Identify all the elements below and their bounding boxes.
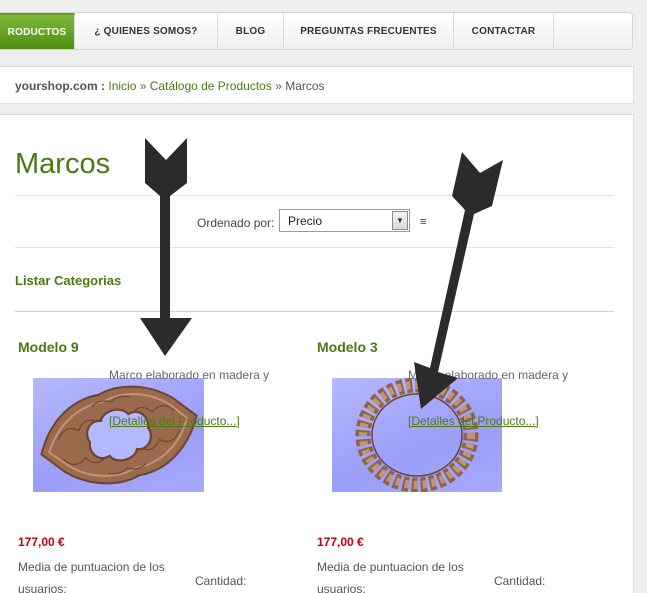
main-content: Marcos Ordenado por: Precio ▼ ≡ Listar C… [0, 114, 634, 593]
product-description: Marco elaborado en madera y [109, 368, 270, 382]
nav-item-quienes-somos[interactable]: ¿ QUIENES SOMOS? [75, 13, 218, 49]
list-categories-link[interactable]: Listar Categorias [15, 273, 121, 288]
sort-select-value: Precio [288, 214, 323, 228]
product-details-link[interactable]: [Detalles del Producto...] [408, 414, 539, 428]
product-image[interactable] [332, 378, 502, 492]
product-card: Modelo 3 Marco elaborado en madera y [De… [314, 339, 604, 593]
sort-select[interactable]: Precio ▼ [279, 209, 410, 232]
divider [15, 247, 614, 248]
main-nav: RODUCTOS ¿ QUIENES SOMOS? BLOG PREGUNTAS… [0, 12, 633, 50]
product-image[interactable] [33, 378, 204, 492]
breadcrumb-separator: » [275, 79, 282, 93]
product-name[interactable]: Modelo 9 [18, 339, 79, 355]
breadcrumb-host: yourshop.com : [15, 79, 106, 93]
product-price: 177,00 € [18, 535, 65, 549]
product-name[interactable]: Modelo 3 [317, 339, 378, 355]
product-rating-label: Media de puntuacion de los usuarios: [317, 560, 464, 593]
product-description: Marco elaborado en madera y [408, 368, 569, 382]
product-details-link[interactable]: [Detalles del Producto...] [109, 414, 240, 428]
nav-item-productos[interactable]: RODUCTOS [0, 13, 75, 49]
nav-item-blog[interactable]: BLOG [218, 13, 284, 49]
product-quantity-label: Cantidad: [494, 574, 546, 588]
chevron-down-icon[interactable]: ▼ [392, 211, 408, 230]
breadcrumb-catalog-link[interactable]: Catálogo de Productos [150, 79, 272, 93]
product-quantity-label: Cantidad: [195, 574, 247, 588]
sort-direction-icon[interactable]: ≡ [420, 216, 426, 228]
product-rating-label: Media de puntuacion de los usuarios: [18, 560, 165, 593]
nav-item-contactar[interactable]: CONTACTAR [454, 13, 554, 49]
frame-ornate-icon [40, 385, 198, 485]
sort-label: Ordenado por: [197, 216, 275, 230]
divider [15, 311, 614, 312]
breadcrumb-home-link[interactable]: Inicio [108, 79, 136, 93]
breadcrumb-separator: » [139, 79, 147, 93]
page-title: Marcos [15, 148, 111, 180]
breadcrumb: yourshop.com : Inicio » Catálogo de Prod… [0, 66, 634, 104]
product-card: Modelo 9 Marco elaborado en madera y [De… [15, 339, 305, 593]
breadcrumb-current: Marcos [285, 79, 325, 93]
frame-round-icon [355, 378, 479, 492]
nav-item-preguntas-frecuentes[interactable]: PREGUNTAS FRECUENTES [284, 13, 454, 49]
product-price: 177,00 € [317, 535, 364, 549]
divider [15, 195, 614, 196]
